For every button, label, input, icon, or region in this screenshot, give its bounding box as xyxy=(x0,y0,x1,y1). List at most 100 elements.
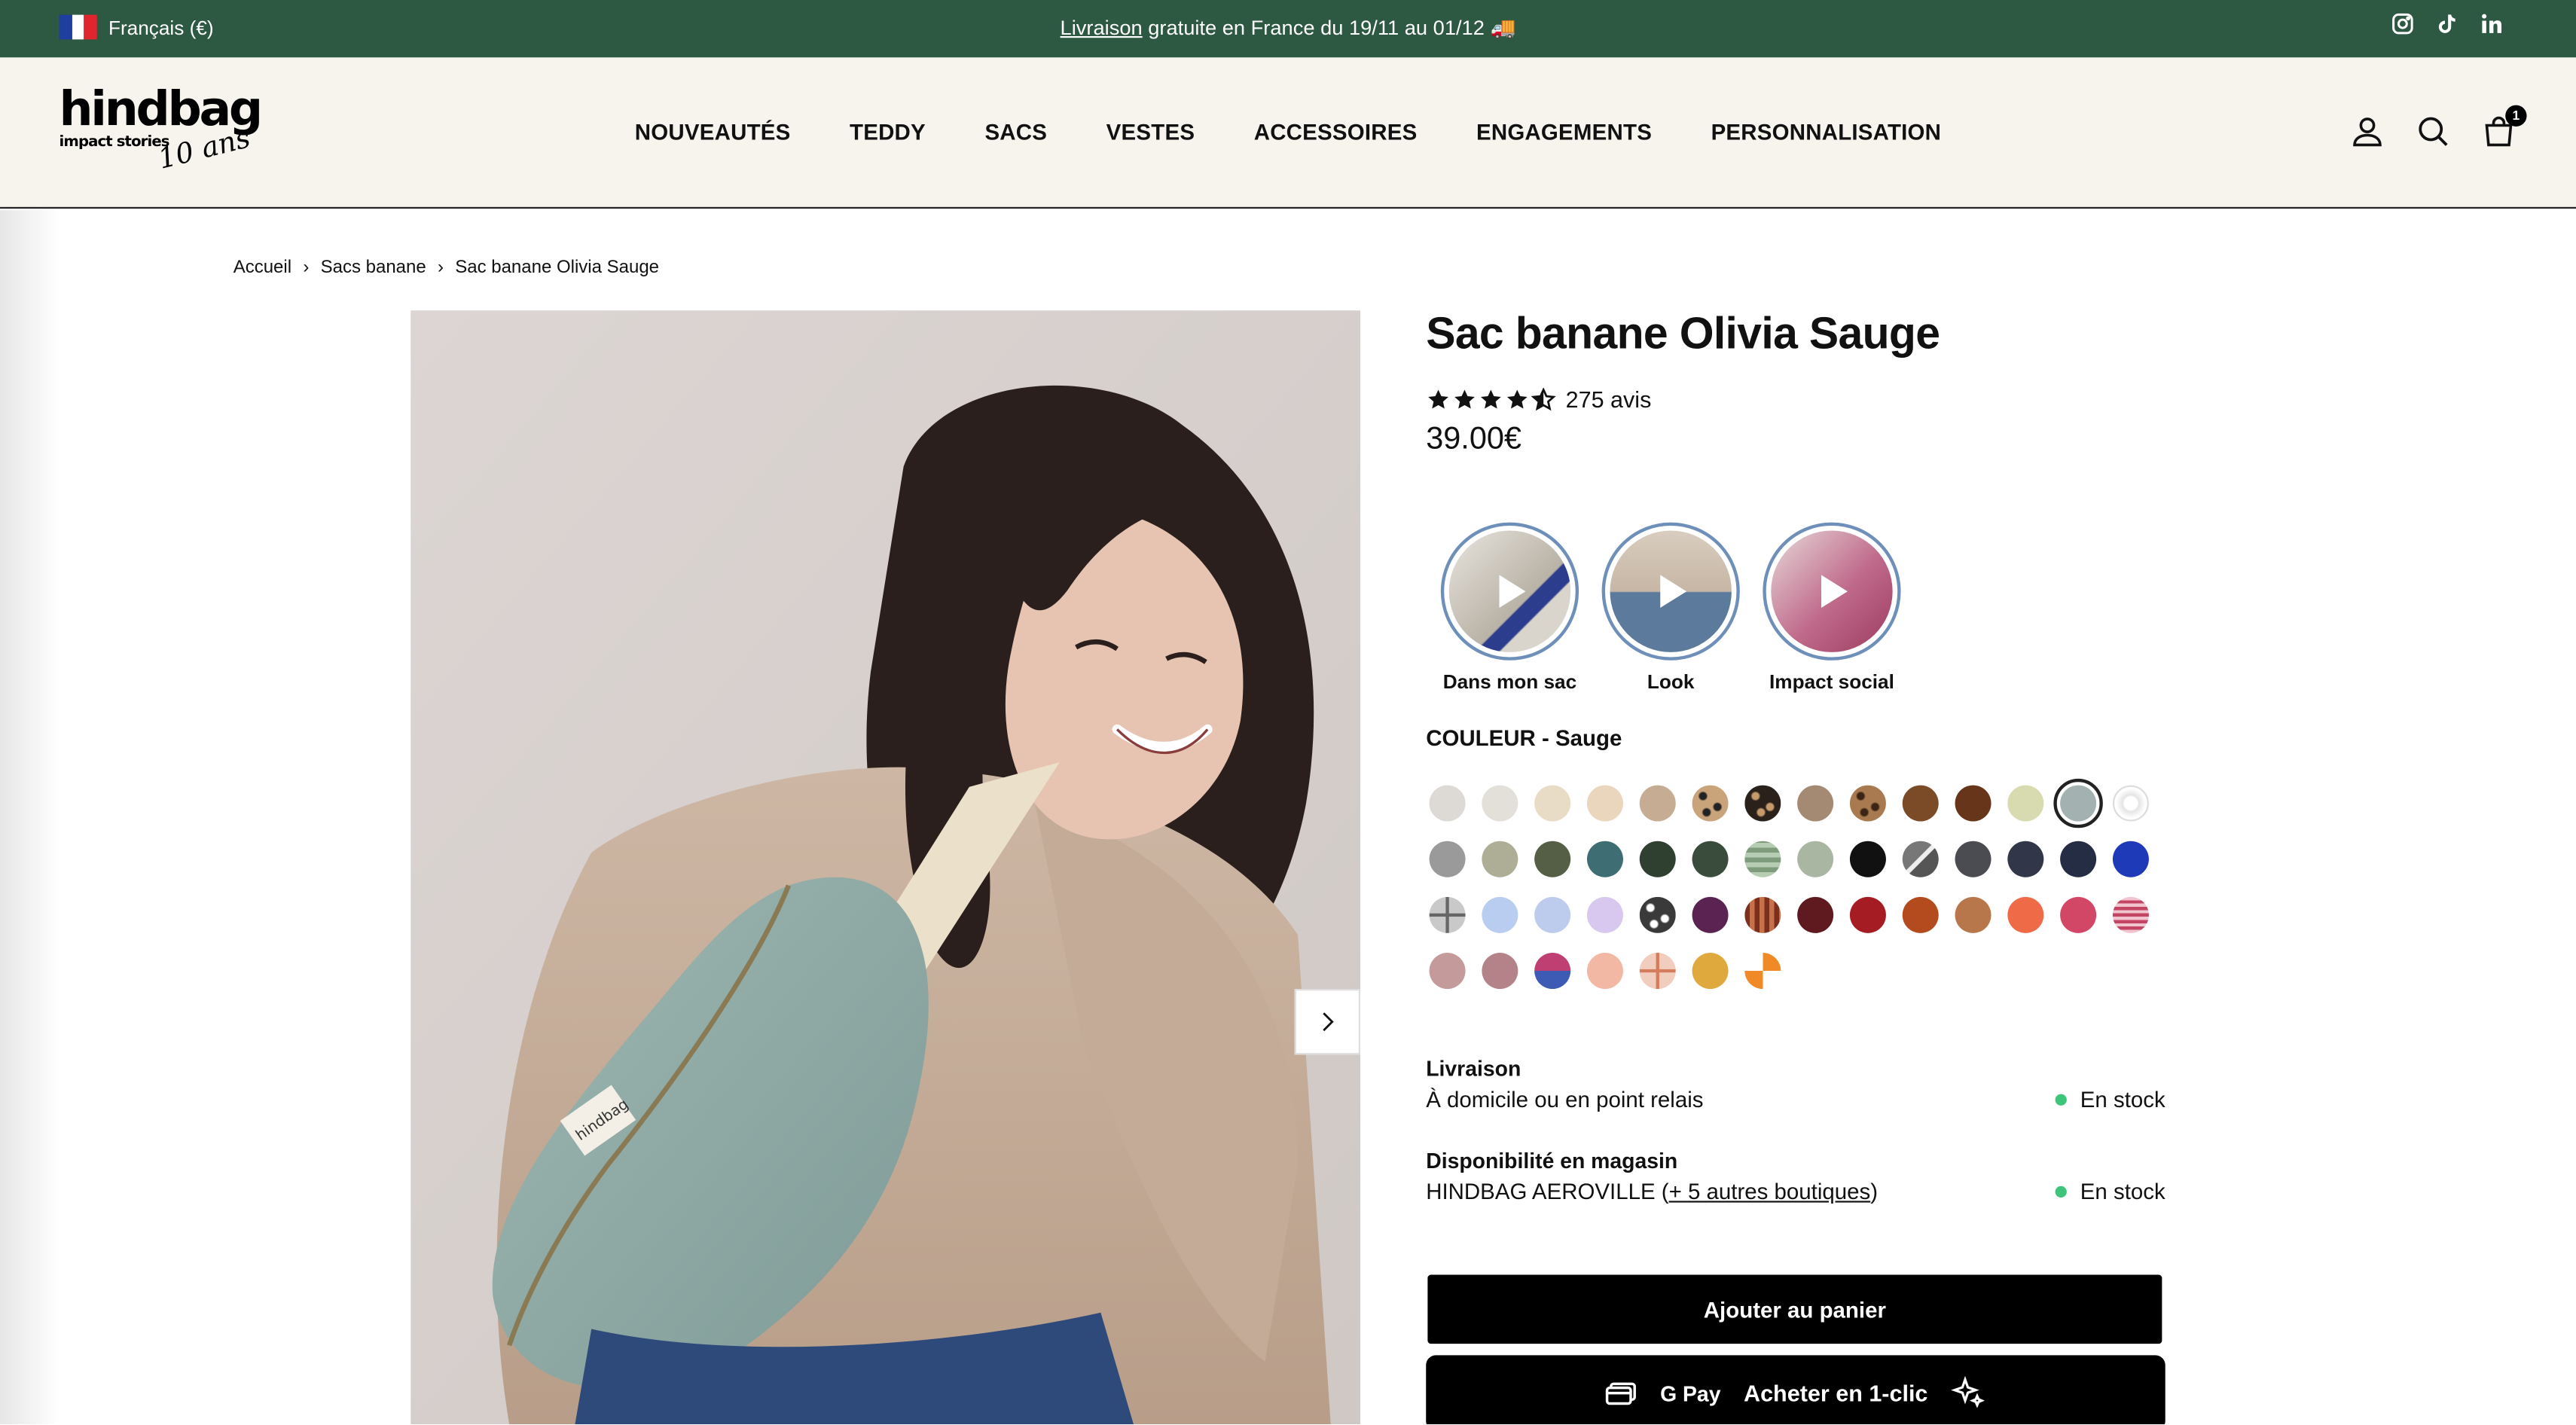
color-swatch[interactable] xyxy=(1586,896,1623,933)
nav-vestes[interactable]: VESTES xyxy=(1106,120,1195,145)
breadcrumb-home[interactable]: Accueil xyxy=(233,258,291,277)
product-price: 39.00€ xyxy=(1426,422,1521,457)
color-swatch[interactable] xyxy=(1797,785,1834,822)
color-swatch[interactable] xyxy=(1902,841,1939,877)
chevron-right-icon: › xyxy=(437,258,444,278)
store-stock: En stock xyxy=(2056,1179,2165,1204)
header-icons: 1 xyxy=(2349,105,2527,149)
color-swatch[interactable] xyxy=(1744,896,1781,933)
color-swatch[interactable] xyxy=(1902,896,1939,933)
store-close-paren: ) xyxy=(1870,1179,1879,1204)
color-swatch[interactable] xyxy=(1429,841,1466,877)
product-title: Sac banane Olivia Sauge xyxy=(1426,309,1940,359)
color-swatch[interactable] xyxy=(1586,841,1623,877)
search-icon[interactable] xyxy=(2415,113,2451,149)
nav-nouveautes[interactable]: NOUVEAUTÉS xyxy=(635,120,791,145)
star-icon xyxy=(1506,389,1528,408)
color-swatch[interactable] xyxy=(1744,841,1781,877)
color-swatch[interactable] xyxy=(1586,785,1623,822)
color-swatch[interactable] xyxy=(1955,785,1992,822)
color-swatch[interactable] xyxy=(2112,785,2149,822)
nav-engagements[interactable]: ENGAGEMENTS xyxy=(1476,120,1652,145)
color-swatch[interactable] xyxy=(2060,896,2097,933)
breadcrumb-category[interactable]: Sacs banane xyxy=(321,258,426,277)
color-swatch[interactable] xyxy=(1639,896,1676,933)
delivery-info: Livraison À domicile ou en point relais … xyxy=(1426,1056,2165,1112)
color-swatch[interactable] xyxy=(1534,841,1571,877)
cart-icon[interactable]: 1 xyxy=(2480,105,2527,149)
one-click-label: Acheter en 1-clic xyxy=(1744,1380,1928,1407)
color-swatch[interactable] xyxy=(1482,841,1518,877)
color-swatch[interactable] xyxy=(2112,896,2149,933)
color-swatch[interactable] xyxy=(1744,953,1781,990)
color-swatch[interactable] xyxy=(1586,953,1623,990)
store-stock-label: En stock xyxy=(2080,1179,2165,1204)
product-rating[interactable]: 275 avis xyxy=(1426,386,1651,412)
add-to-cart-button[interactable]: Ajouter au panier xyxy=(1427,1274,2162,1344)
color-swatch[interactable] xyxy=(1902,785,1939,822)
sparkle-icon xyxy=(1952,1375,1986,1408)
product-image[interactable]: hindbag xyxy=(411,310,1360,1425)
nav-personnalisation[interactable]: PERSONNALISATION xyxy=(1711,120,1942,145)
color-swatch[interactable] xyxy=(1639,953,1676,990)
color-swatch[interactable] xyxy=(2007,785,2044,822)
announcement-detail: gratuite en France du 19/11 au 01/12 🚚 xyxy=(1142,16,1516,40)
announcement-link[interactable]: Livraison xyxy=(1061,17,1143,40)
color-swatch[interactable] xyxy=(1692,896,1729,933)
color-swatch[interactable] xyxy=(1849,841,1886,877)
color-swatch[interactable] xyxy=(2007,896,2044,933)
color-swatch[interactable] xyxy=(1692,785,1729,822)
buy-one-click-button[interactable]: G Pay Acheter en 1-clic xyxy=(1426,1355,2165,1425)
nav-teddy[interactable]: TEDDY xyxy=(850,120,926,145)
star-icon xyxy=(1481,389,1501,408)
next-image-button[interactable] xyxy=(1294,989,1360,1055)
chevron-right-icon: › xyxy=(303,258,310,278)
color-swatch[interactable] xyxy=(1482,953,1518,990)
color-swatch[interactable] xyxy=(1692,841,1729,877)
color-swatch[interactable] xyxy=(1955,896,1992,933)
color-swatch[interactable] xyxy=(2007,841,2044,877)
story-look[interactable]: Look xyxy=(1600,522,1741,693)
color-swatch[interactable] xyxy=(1482,896,1518,933)
nav-sacs[interactable]: SACS xyxy=(984,120,1047,145)
color-swatch[interactable] xyxy=(1482,785,1518,822)
store-name: HINDBAG AEROVILLE ( xyxy=(1426,1179,1669,1204)
other-stores-link[interactable]: + 5 autres boutiques xyxy=(1669,1179,1871,1204)
account-icon[interactable] xyxy=(2349,113,2385,149)
story-dans-mon-sac[interactable]: Dans mon sac xyxy=(1439,522,1581,693)
rating-stars xyxy=(1426,386,1556,412)
gpay-label: G Pay xyxy=(1660,1381,1721,1405)
color-swatch[interactable] xyxy=(1849,785,1886,822)
instagram-icon[interactable] xyxy=(2391,11,2416,36)
star-icon xyxy=(1428,389,1448,408)
color-swatch[interactable] xyxy=(1955,841,1992,877)
color-swatch[interactable] xyxy=(1797,841,1834,877)
color-swatch[interactable] xyxy=(1744,785,1781,822)
cart-count-badge: 1 xyxy=(2505,105,2527,127)
color-swatch[interactable] xyxy=(2112,841,2149,877)
color-swatch[interactable] xyxy=(1534,953,1571,990)
video-stories: Dans mon sac Look Impact social xyxy=(1439,522,1903,693)
tiktok-icon[interactable] xyxy=(2434,11,2459,36)
color-swatch[interactable] xyxy=(2060,841,2097,877)
breadcrumb: Accueil › Sacs banane › Sac banane Olivi… xyxy=(233,258,659,277)
store-text: HINDBAG AEROVILLE (+ 5 autres boutiques) xyxy=(1426,1179,1878,1204)
color-swatch[interactable] xyxy=(2053,778,2103,828)
color-swatch[interactable] xyxy=(1429,785,1466,822)
color-swatch[interactable] xyxy=(1534,785,1571,822)
delivery-stock: En stock xyxy=(2056,1088,2165,1112)
color-swatch[interactable] xyxy=(1534,896,1571,933)
color-swatch[interactable] xyxy=(1429,953,1466,990)
color-swatch[interactable] xyxy=(1692,953,1729,990)
color-swatch[interactable] xyxy=(1429,896,1466,933)
delivery-stock-label: En stock xyxy=(2080,1087,2165,1112)
color-swatch[interactable] xyxy=(1639,841,1676,877)
color-swatch[interactable] xyxy=(1639,785,1676,822)
story-impact-social[interactable]: Impact social xyxy=(1761,522,1903,693)
linkedin-icon[interactable] xyxy=(2479,11,2504,36)
nav-accessoires[interactable]: ACCESSOIRES xyxy=(1254,120,1418,145)
chevron-right-icon xyxy=(1323,1012,1334,1032)
site-header: hindbag impact stories 10 ans NOUVEAUTÉS… xyxy=(0,57,2576,209)
color-swatch[interactable] xyxy=(1797,896,1834,933)
color-swatch[interactable] xyxy=(1849,896,1886,933)
